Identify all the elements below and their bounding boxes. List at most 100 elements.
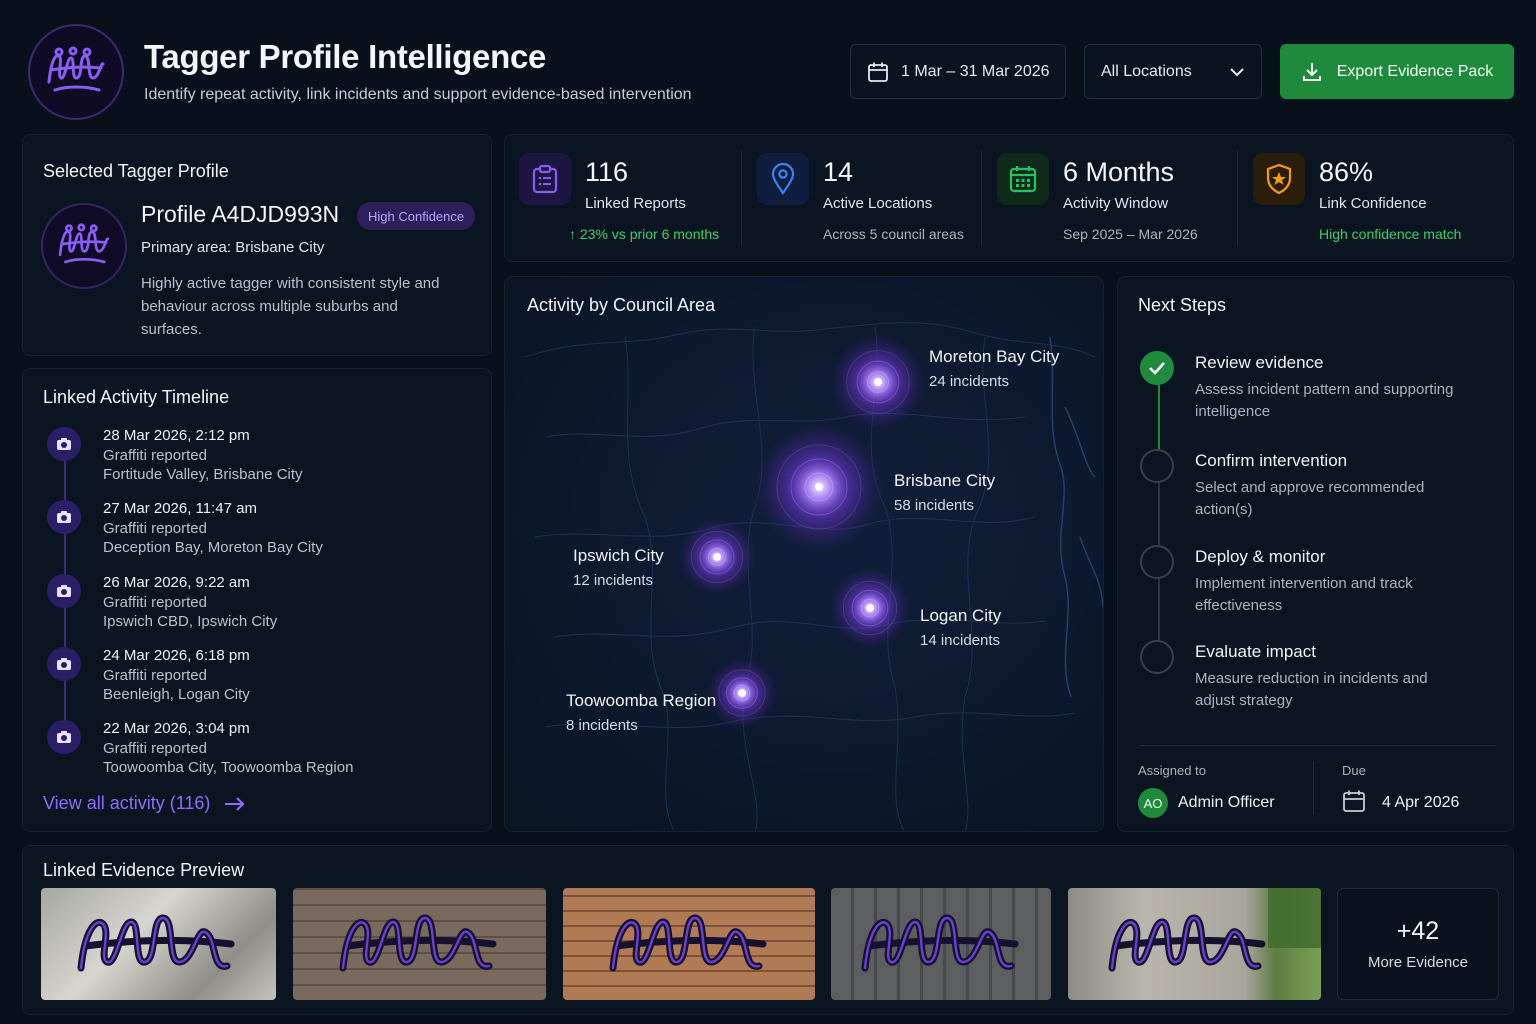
assignee-name[interactable]: Admin Officer [1178,794,1275,812]
timeline-type: Graffiti reported [103,594,207,611]
kpi-value: 116 [585,157,629,187]
timeline-time: 24 Mar 2026, 6:18 pm [103,647,250,664]
timeline-location: Beenleigh, Logan City [103,686,250,703]
hotspot-marker[interactable] [866,604,874,612]
kpi-divider [1237,151,1238,247]
area-name: Ipswich City [573,546,664,565]
camera-icon [47,574,81,608]
camera-icon [47,500,81,534]
primary-area: Primary area: Brisbane City [141,239,325,256]
assignee-avatar: AO [1138,788,1168,818]
map-label-brisbane: Brisbane City 58 incidents [894,471,995,514]
graffiti-tag-image [1108,888,1321,972]
assigned-label: Assigned to [1138,763,1206,778]
area-name: Moreton Bay City [929,347,1060,366]
export-button-label: Export Evidence Pack [1336,62,1494,80]
step-pending-icon [1140,449,1174,483]
linked-activity-timeline: Linked Activity Timeline 28 Mar 2026, 2:… [22,368,492,832]
kpi-linked-reports: 116 Linked Reports ↑ 23% vs prior 6 mont… [505,135,741,263]
confidence-badge: High Confidence [357,202,476,230]
profile-section-title: Selected Tagger Profile [43,161,229,181]
calendar-icon [1343,790,1365,812]
page-subtitle: Identify repeat activity, link incidents… [144,86,692,103]
kpi-value: 14 [823,157,854,187]
location-select[interactable]: All Locations [1084,44,1262,99]
step-title: Review evidence [1195,353,1324,372]
kpi-trend-text: 23% vs prior 6 months [579,226,720,242]
graffiti-tag-image [861,914,1019,972]
kpi-label: Linked Reports [585,195,686,212]
evidence-thumbnail[interactable] [41,888,276,1000]
date-range-picker[interactable]: 1 Mar – 31 Mar 2026 [850,44,1066,99]
app-logo [28,24,124,120]
tag-avatar-icon [58,223,110,264]
view-all-activity-link[interactable]: View all activity (116) [43,793,246,814]
map-label-ipswich: Ipswich City 12 incidents [573,546,664,589]
due-date[interactable]: 4 Apr 2026 [1382,794,1459,812]
step-description: Measure reduction in incidents and adjus… [1195,670,1428,709]
hotspot-marker[interactable] [738,689,746,697]
kpi-trend: ↑ 23% vs prior 6 months [569,226,719,242]
camera-icon [47,647,81,681]
kpi-label: Active Locations [823,195,933,212]
hotspot-marker[interactable] [874,378,882,386]
map-label-logan: Logan City 14 incidents [920,606,1001,649]
page-title: Tagger Profile Intelligence [144,38,547,75]
more-evidence-label: More Evidence [1367,954,1469,971]
kpi-sub: Across 5 council areas [823,226,964,242]
hotspot-marker[interactable] [815,483,823,491]
profile-avatar [41,203,127,289]
timeline-time: 27 Mar 2026, 11:47 am [103,500,257,517]
map-pin-icon [757,153,809,205]
due-label: Due [1342,763,1366,778]
calendar-icon [997,153,1049,205]
evidence-thumbnail[interactable] [831,888,1051,1000]
kpi-divider [741,151,742,247]
date-range-label: 1 Mar – 31 Mar 2026 [901,62,1050,80]
assign-divider [1313,761,1314,815]
camera-icon [47,427,81,461]
profile-description: Highly active tagger with consistent sty… [141,275,440,338]
graffiti-tag-image [609,914,767,972]
export-evidence-button[interactable]: Export Evidence Pack [1280,44,1514,99]
tag-logo-icon [47,46,105,92]
kpi-divider [981,151,982,247]
area-count: 8 incidents [566,717,638,734]
steps-section-title: Next Steps [1138,295,1227,315]
timeline-section-title: Linked Activity Timeline [43,387,230,407]
view-all-label: View all activity (116) [43,793,211,813]
hotspot-marker[interactable] [713,553,721,561]
evidence-thumbnail[interactable] [1068,888,1321,1000]
chevron-down-icon [1230,67,1244,76]
check-icon [1140,351,1174,385]
more-evidence-button[interactable]: +42 More Evidence [1337,888,1499,1000]
steps-divider [1138,745,1496,746]
step-description: Assess incident pattern and supporting i… [1195,381,1454,420]
kpi-strip: 116 Linked Reports ↑ 23% vs prior 6 mont… [504,134,1514,262]
selected-profile-card: Selected Tagger Profile Profile A4DJD993… [22,134,492,356]
step-pending-icon [1140,545,1174,579]
more-evidence-count: +42 [1396,917,1440,945]
area-name: Logan City [920,606,1002,625]
evidence-thumbnail[interactable] [293,888,546,1000]
timeline-type: Graffiti reported [103,520,207,537]
timeline-location: Ipswich CBD, Ipswich City [103,613,278,630]
kpi-link-confidence: 86% Link Confidence High confidence matc… [1239,135,1515,263]
timeline-time: 28 Mar 2026, 2:12 pm [103,427,250,444]
timeline-type: Graffiti reported [103,667,207,684]
timeline-type: Graffiti reported [103,740,207,757]
next-steps-card: Next Steps Review evidence Assess incide… [1117,276,1514,832]
council-area-map[interactable]: Activity by Council Area Moreton Bay Cit… [504,276,1104,832]
clipboard-icon [519,153,571,205]
arrow-up-icon: ↑ [569,226,576,242]
area-name: Brisbane City [894,471,996,490]
kpi-sub: High confidence match [1319,226,1462,242]
step-description: Implement intervention and track effecti… [1195,575,1413,614]
camera-icon [47,720,81,754]
area-count: 24 incidents [929,373,1010,390]
kpi-sub: Sep 2025 – Mar 2026 [1063,226,1198,242]
area-name: Toowoomba Region [566,691,717,710]
profile-name: Profile A4DJD993N [141,201,340,227]
kpi-label: Link Confidence [1319,195,1427,212]
evidence-thumbnail[interactable] [563,888,815,1000]
